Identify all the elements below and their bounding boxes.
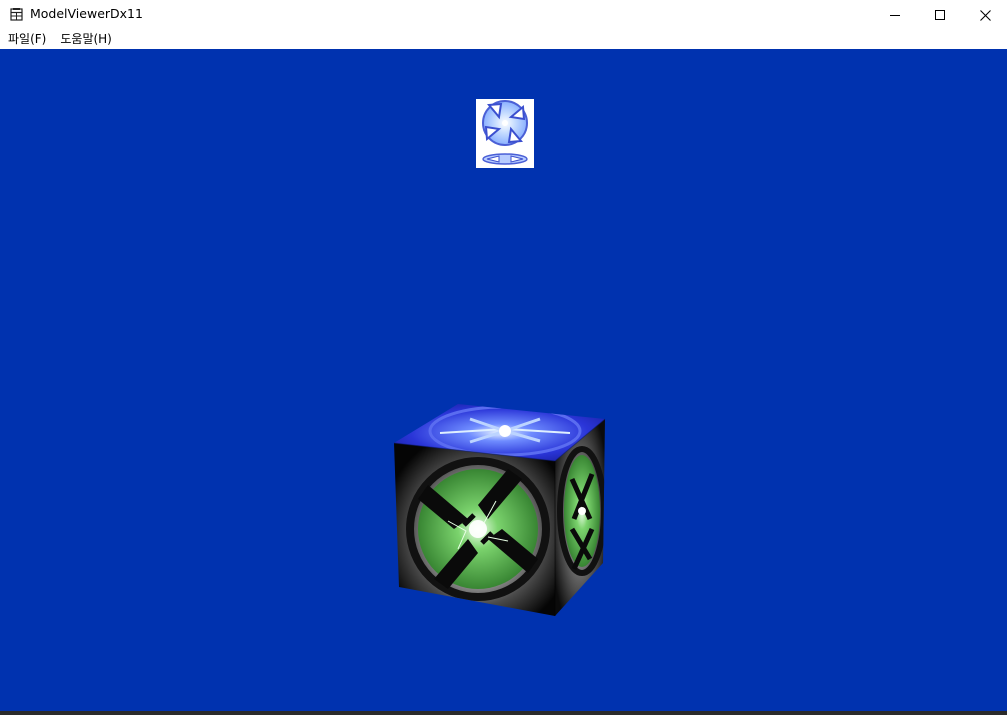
window-title: ModelViewerDx11 xyxy=(30,6,143,21)
texture-preview xyxy=(476,99,534,168)
menu-file[interactable]: 파일(F) xyxy=(0,30,53,49)
menu-bar: 파일(F) 도움말(H) xyxy=(0,30,1007,49)
title-bar[interactable]: ModelViewerDx11 xyxy=(0,0,1007,30)
minimize-button[interactable] xyxy=(872,0,918,30)
close-button[interactable] xyxy=(962,0,1007,30)
maximize-button[interactable] xyxy=(917,0,963,30)
menu-help[interactable]: 도움말(H) xyxy=(53,30,119,49)
minimize-icon xyxy=(890,15,900,16)
textured-cube xyxy=(393,404,606,616)
window-bottom-border xyxy=(0,711,1007,715)
close-icon xyxy=(979,9,991,21)
maximize-icon xyxy=(935,10,945,20)
render-viewport[interactable] xyxy=(0,49,1007,711)
scene xyxy=(393,99,606,616)
app-window: ModelViewerDx11 파일(F) 도움말(H) xyxy=(0,0,1007,715)
app-window-icon xyxy=(10,8,23,21)
